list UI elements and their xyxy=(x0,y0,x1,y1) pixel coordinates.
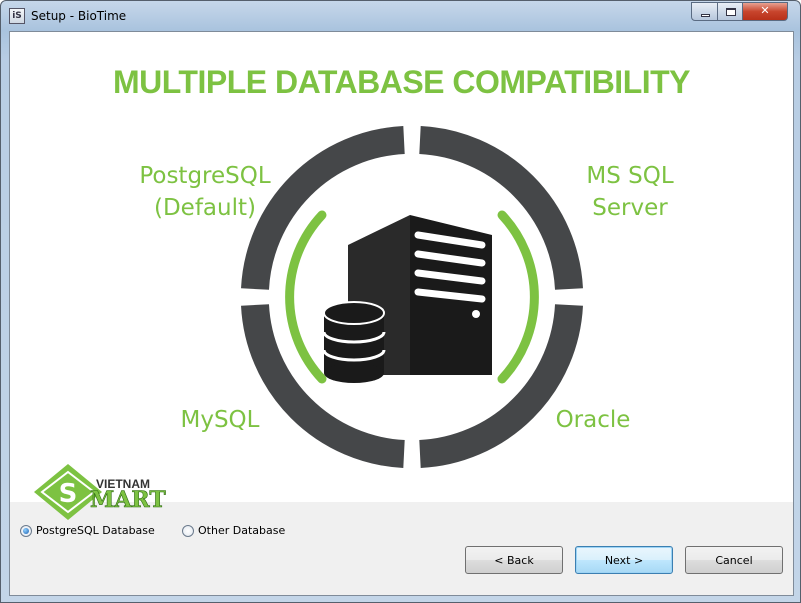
label-mssql: MS SQL Server xyxy=(586,163,674,221)
label-postgresql-default: (Default) xyxy=(154,195,256,221)
close-button[interactable]: ✕ xyxy=(742,2,788,21)
radio-postgresql-indicator[interactable] xyxy=(20,524,32,537)
setup-app-icon[interactable]: iS xyxy=(9,8,25,24)
label-oracle: Oracle xyxy=(555,407,631,433)
window-title: Setup - BioTime xyxy=(31,9,127,23)
minimize-icon xyxy=(701,14,710,17)
label-postgresql: PostgreSQL (Default) xyxy=(120,160,290,224)
maximize-icon xyxy=(726,8,736,16)
label-mysql: MySQL xyxy=(180,407,260,433)
title-bar[interactable]: iS Setup - BioTime ✕ xyxy=(1,1,800,31)
radio-other-label: Other Database xyxy=(198,524,286,537)
minimize-button[interactable] xyxy=(691,2,718,21)
cancel-button[interactable]: Cancel xyxy=(685,546,783,574)
maximize-button[interactable] xyxy=(717,2,743,21)
back-button[interactable]: < Back xyxy=(465,546,563,574)
close-icon: ✕ xyxy=(760,5,770,17)
label-postgresql-name: PostgreSQL xyxy=(139,163,271,189)
radio-other-indicator[interactable] xyxy=(182,524,194,537)
setup-window: iS Setup - BioTime ✕ MULTIPLE DATABASE C… xyxy=(0,0,801,603)
radio-postgresql-database[interactable]: PostgreSQL Database xyxy=(20,524,155,537)
radio-postgresql-label: PostgreSQL Database xyxy=(36,524,155,537)
accent-arc-left xyxy=(285,210,327,384)
radio-other-database[interactable]: Other Database xyxy=(182,524,285,537)
wizard-content: MULTIPLE DATABASE COMPATIBILITY PostgreS… xyxy=(9,31,794,596)
next-button[interactable]: Next > xyxy=(575,546,673,574)
options-panel: PostgreSQL Database Other Database < Bac… xyxy=(10,502,793,597)
banner: MULTIPLE DATABASE COMPATIBILITY PostgreS… xyxy=(10,32,793,502)
database-cylinder-icon xyxy=(322,301,386,383)
database-hero-graphic xyxy=(241,126,583,468)
accent-arc-right xyxy=(497,210,539,384)
